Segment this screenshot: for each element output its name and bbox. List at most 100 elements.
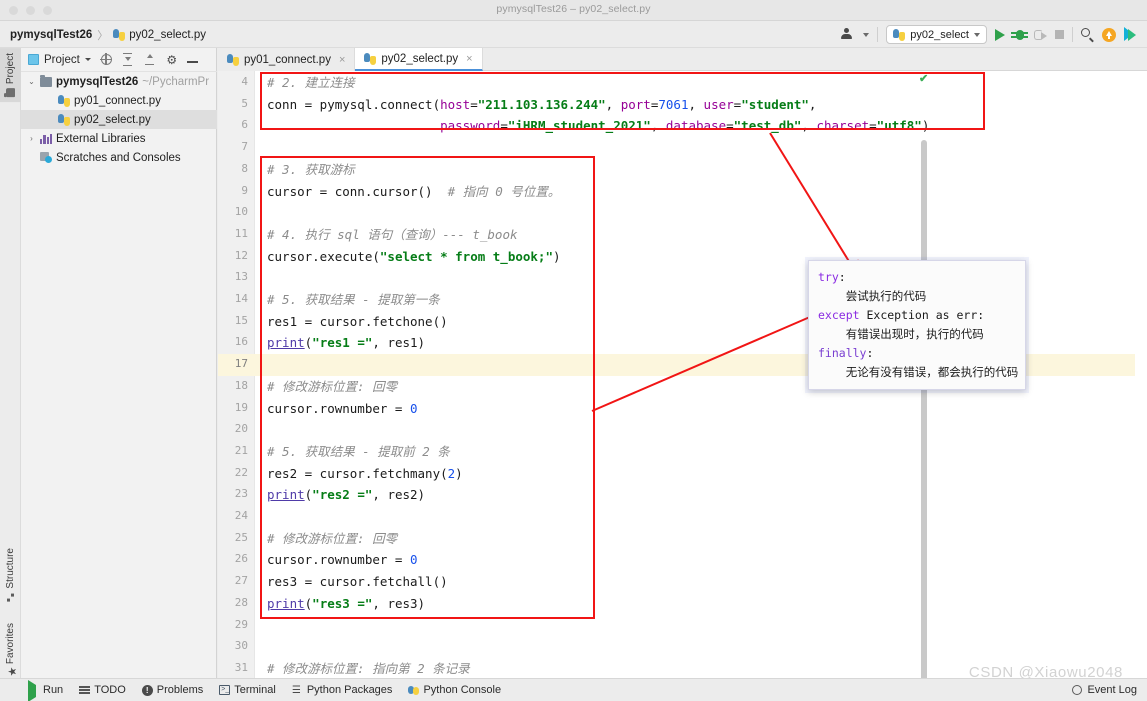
person-icon[interactable] (841, 28, 855, 41)
settings-gear-icon[interactable]: ⚙ (166, 54, 178, 66)
event-log-button[interactable]: Event Log (1072, 684, 1137, 696)
popup-line-finally: finally: (818, 344, 1016, 363)
project-view-selector[interactable]: Project (28, 54, 91, 66)
run-configuration-selector[interactable]: py02_select (886, 25, 987, 44)
event-log-label: Event Log (1087, 684, 1137, 696)
sidebar-item-project[interactable]: Project (0, 48, 21, 103)
line-number: 5 (241, 96, 248, 110)
breadcrumb-project[interactable]: pymysqlTest26 (10, 29, 92, 41)
code-line-4: # 2. 建立连接 (267, 75, 355, 90)
line-number: 29 (234, 617, 248, 631)
hide-panel-icon[interactable] (186, 61, 198, 63)
chevron-down-icon[interactable]: ⌄ (27, 77, 36, 86)
run-triangle-icon (28, 679, 39, 701)
code-line-9: cursor = conn.cursor() # 指向 0 号位置。 (267, 183, 561, 199)
tree-item-label: Scratches and Consoles (56, 151, 181, 164)
tree-item-project-root[interactable]: ⌄ pymysqlTest26 ~/PycharmPr (21, 72, 217, 91)
code-line-11: # 4. 执行 sql 语句（查询）--- t_book (267, 226, 518, 242)
code-line-16: print("res1 =", res1) (267, 335, 426, 351)
close-icon[interactable]: × (466, 53, 472, 65)
python-file-icon (227, 53, 239, 66)
line-number: 7 (241, 140, 248, 154)
navigation-bar: pymysqlTest26 〉 py02_select.py py02_sele… (0, 21, 1147, 48)
tab-py02-select[interactable]: py02_select.py × (355, 48, 483, 71)
line-number: 10 (234, 205, 248, 219)
editor-vertical-scrollbar[interactable] (921, 140, 927, 685)
breadcrumb-file[interactable]: py02_select.py (113, 29, 206, 41)
tab-label: py02_select.py (381, 52, 459, 65)
folder-icon (40, 74, 52, 87)
line-number: 11 (234, 226, 248, 240)
datagrip-icon[interactable] (1124, 27, 1139, 42)
bottom-item-python-packages[interactable]: ☰ Python Packages (292, 684, 393, 696)
keyword-try: try (818, 270, 839, 284)
bottom-item-todo[interactable]: TODO (79, 684, 126, 696)
bottom-item-python-console[interactable]: Python Console (408, 684, 501, 696)
python-file-icon (893, 28, 906, 41)
bottom-item-terminal[interactable]: >_ Terminal (219, 684, 276, 696)
popup-line-try: try: (818, 268, 1016, 287)
locate-target-icon[interactable] (99, 53, 113, 66)
chevron-down-icon (84, 58, 91, 61)
line-number: 9 (241, 183, 248, 197)
debug-button[interactable] (1011, 28, 1028, 41)
tree-item-py02-select[interactable]: py02_select.py (21, 110, 217, 129)
line-number: 28 (234, 595, 248, 609)
project-view-icon (28, 54, 39, 65)
collapse-all-icon[interactable] (144, 53, 157, 66)
search-icon[interactable] (1081, 28, 1094, 43)
breadcrumb-file-label: py02_select.py (129, 29, 206, 41)
python-file-icon (364, 52, 377, 65)
tree-item-label: py02_select.py (74, 113, 151, 126)
tree-item-external-libraries[interactable]: › External Libraries (21, 129, 217, 148)
line-number-current: 17 (234, 357, 248, 371)
window-title: pymysqlTest26 – py02_select.py (496, 3, 651, 15)
code-line-22: res2 = cursor.fetchmany(2) (267, 465, 463, 481)
try-except-finally-popup: try: 尝试执行的代码 except Exception as err: 有错… (808, 260, 1026, 390)
line-number: 14 (234, 292, 248, 305)
keyword-finally: finally (818, 346, 867, 360)
structure-icon (6, 593, 15, 602)
python-console-icon (408, 685, 420, 696)
sidebar-item-label: Structure (5, 548, 16, 589)
tab-label: py01_connect.py (244, 53, 331, 66)
keyword-except: except (818, 308, 860, 322)
todo-list-icon (79, 685, 91, 696)
line-number-gutter[interactable]: 4 5 6 7 8 9 10 11 12 13 14 15 16 17 18 1… (218, 71, 255, 678)
tree-item-label: pymysqlTest26 (56, 75, 139, 88)
chevron-right-icon[interactable]: › (27, 134, 36, 143)
popup-line-suffix: : (838, 270, 846, 284)
sidebar-item-structure[interactable]: Structure (0, 543, 21, 607)
person-chevron-down-icon[interactable] (863, 32, 870, 37)
line-number: 19 (234, 400, 248, 414)
line-number: 12 (234, 248, 248, 262)
bottom-item-label: Run (43, 684, 64, 696)
python-packages-icon: ☰ (291, 684, 301, 696)
update-arrow-icon[interactable] (1102, 27, 1116, 42)
line-number: 27 (234, 574, 248, 588)
bottom-item-run[interactable]: Run (28, 679, 64, 701)
line-number: 26 (234, 552, 248, 566)
stop-button[interactable] (1055, 30, 1064, 39)
inspection-ok-icon[interactable]: ✔ (919, 72, 928, 85)
line-number: 20 (234, 422, 248, 436)
run-coverage-button[interactable] (1034, 28, 1047, 41)
tree-item-label: py01_connect.py (74, 94, 161, 107)
tab-py01-connect[interactable]: py01_connect.py × (218, 48, 356, 71)
bottom-item-problems[interactable]: ! Problems (141, 684, 204, 696)
bottom-item-label: Python Console (423, 684, 502, 696)
event-log-icon (1072, 685, 1083, 695)
line-number: 24 (234, 509, 248, 522)
code-line-23: print("res2 =", res2) (267, 487, 426, 503)
close-icon[interactable]: × (339, 54, 345, 66)
sidebar-item-favorites[interactable]: ★ Favorites (0, 618, 21, 682)
inspection-gutter[interactable] (1135, 71, 1147, 678)
expand-all-icon[interactable] (122, 53, 135, 67)
pycharm-window: pymysqlTest26 – py02_select.py pymysqlTe… (0, 0, 1147, 701)
run-button[interactable] (995, 28, 1005, 41)
tree-item-py01-connect[interactable]: py01_connect.py (21, 91, 217, 110)
tree-item-scratches[interactable]: Scratches and Consoles (21, 148, 217, 167)
code-line-31: # 修改游标位置: 指向第 2 条记录 (267, 660, 470, 676)
bottom-item-label: Problems (156, 684, 204, 696)
line-number: 31 (234, 660, 248, 674)
